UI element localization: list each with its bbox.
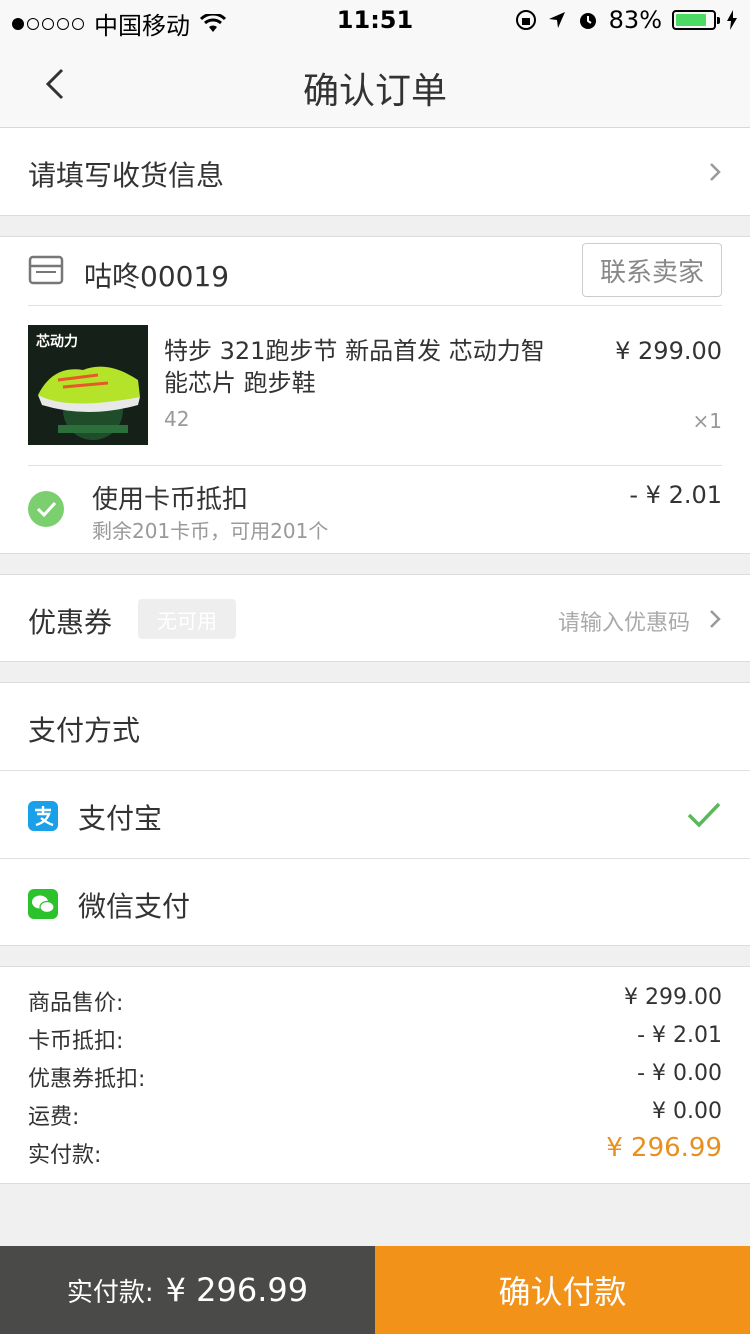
coin-toggle[interactable] — [28, 491, 64, 527]
address-prompt: 请填写收货信息 — [28, 159, 225, 192]
battery-percent: 83% — [608, 6, 662, 34]
location-icon — [548, 12, 565, 28]
summary-value: - ¥ 0.00 — [637, 1061, 722, 1086]
summary-label: 优惠券抵扣: — [28, 1067, 146, 1092]
summary-label: 运费: — [28, 1105, 80, 1130]
check-icon — [36, 501, 57, 518]
payment-option-alipay[interactable]: 支付宝 — [0, 771, 750, 859]
checkout-total-value: ¥ 296.99 — [165, 1271, 309, 1309]
coin-title: 使用卡币抵扣 — [92, 485, 249, 515]
payment-section: 支付方式 支付宝 微信支付 — [0, 682, 750, 946]
payment-option-wechat[interactable]: 微信支付 — [0, 859, 750, 947]
product-title[interactable]: 特步 321跑步节 新品首发 芯动力智能芯片 跑步鞋 — [164, 335, 564, 399]
confirm-payment-button[interactable]: 确认付款 — [375, 1246, 750, 1334]
coupon-code-hint[interactable]: 请输入优惠码 — [558, 605, 690, 637]
divider — [28, 305, 722, 306]
coupon-label: 优惠券 — [28, 606, 113, 639]
shop-name: 咕咚00019 — [84, 260, 230, 293]
chevron-right-icon — [710, 610, 721, 628]
summary-value: ¥ 0.00 — [652, 1099, 722, 1124]
orientation-lock-icon — [515, 10, 536, 30]
summary-label: 商品售价: — [28, 991, 124, 1016]
status-right: 83% — [515, 6, 738, 34]
coupon-row[interactable]: 优惠券 无可用 请输入优惠码 — [0, 574, 750, 662]
product-quantity: ×1 — [692, 409, 722, 433]
wechat-icon — [28, 889, 58, 919]
alarm-icon — [579, 13, 596, 29]
checkmark-icon — [687, 802, 721, 828]
product-image-caption: 芯动力 — [36, 334, 78, 350]
coin-subtitle: 剩余201卡币，可用201个 — [92, 519, 329, 543]
address-row[interactable]: 请填写收货信息 — [0, 128, 750, 216]
summary-value: - ¥ 2.01 — [637, 1023, 722, 1048]
coin-amount: - ¥ 2.01 — [629, 481, 722, 509]
contact-seller-button[interactable]: 联系卖家 — [582, 243, 722, 297]
price-summary: 商品售价: ¥ 299.00 卡币抵扣: - ¥ 2.01 优惠券抵扣: - ¥… — [0, 966, 750, 1184]
payment-label-wechat: 微信支付 — [78, 890, 191, 923]
summary-label: 卡币抵扣: — [28, 1029, 124, 1054]
checkout-total-label: 实付款: — [66, 1277, 154, 1308]
page-title: 确认订单 — [302, 71, 447, 112]
chevron-right-icon — [710, 163, 721, 181]
summary-value: ¥ 299.00 — [624, 985, 722, 1010]
coupon-badge: 无可用 — [138, 599, 236, 639]
nav-bar: 确认订单 — [0, 40, 750, 128]
charging-icon — [727, 10, 737, 30]
product-price: ¥ 299.00 — [615, 337, 722, 365]
status-bar: 中国移动 11:51 83% — [0, 0, 750, 40]
product-spec: 42 — [164, 407, 190, 431]
battery-icon — [672, 10, 720, 30]
product-image[interactable]: 芯动力 — [28, 325, 148, 445]
store-icon — [28, 255, 64, 285]
checkout-bar: 实付款: ¥ 296.99 确认付款 — [0, 1246, 750, 1334]
summary-total: ¥ 296.99 — [606, 1133, 722, 1163]
alipay-icon — [28, 801, 58, 831]
checkout-total: 实付款: ¥ 296.99 — [0, 1246, 375, 1334]
summary-label: 实付款: — [28, 1143, 102, 1168]
order-item-section: 咕咚00019 联系卖家 芯动力 特步 321跑步节 新品首发 芯动力智能芯片 … — [0, 236, 750, 554]
divider — [28, 465, 722, 466]
payment-label-alipay: 支付宝 — [78, 802, 163, 835]
payment-header: 支付方式 — [28, 714, 141, 747]
